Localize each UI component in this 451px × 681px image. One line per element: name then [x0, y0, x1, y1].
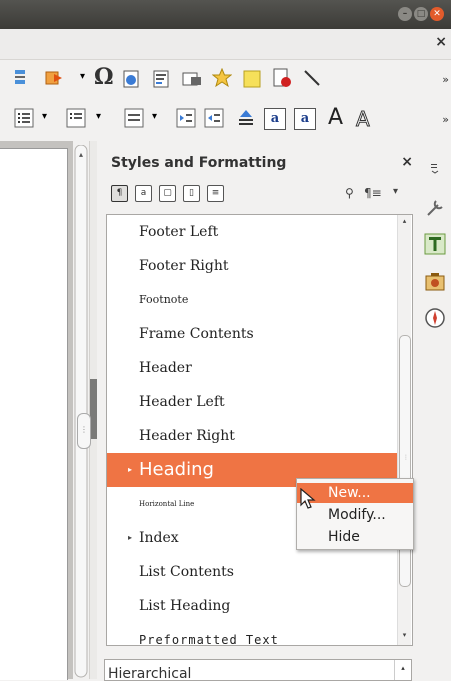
new-style-icon[interactable]: ¶≡ — [364, 186, 382, 200]
styles-list-scrollbar[interactable]: ▴ ⋮ ▾ — [397, 215, 411, 645]
splitter-grip-icon[interactable]: ⋮ — [77, 413, 91, 449]
style-actions-dropdown[interactable]: ▾ — [393, 186, 398, 197]
menubar: × — [0, 29, 451, 59]
subscript-icon[interactable]: a — [294, 108, 316, 130]
bullets-dropdown[interactable]: ▾ — [42, 111, 47, 122]
page-break-icon[interactable] — [14, 68, 34, 88]
numbering-icon[interactable] — [66, 108, 86, 128]
list-item[interactable]: Header — [107, 351, 397, 385]
numbering-dropdown[interactable]: ▾ — [96, 111, 101, 122]
character-styles-icon[interactable]: a — [135, 185, 152, 202]
footnote-icon[interactable] — [152, 69, 172, 89]
navigator-icon[interactable] — [424, 307, 446, 329]
font-size-down-icon[interactable]: A — [356, 107, 371, 132]
minimize-icon[interactable]: – — [398, 7, 412, 21]
panel-close-button[interactable]: × — [401, 154, 413, 170]
note-icon[interactable] — [242, 69, 262, 89]
style-family-toolbar: ¶ a ▢ ▯ ≡ ⚲ ¶≡ ▾ — [107, 182, 407, 206]
list-item[interactable]: Preformatted Text — [107, 623, 397, 645]
track-changes-icon[interactable] — [272, 68, 292, 88]
maximize-icon[interactable]: □ — [414, 7, 428, 21]
document-canvas[interactable] — [0, 141, 73, 680]
indent-decrease-icon[interactable] — [204, 108, 224, 128]
close-document-button[interactable]: × — [435, 34, 447, 50]
toolbar1-more-button[interactable]: » — [442, 73, 449, 86]
window-titlebar: – □ ✕ — [0, 0, 451, 29]
bookmark-icon[interactable] — [212, 68, 232, 88]
deck-menu-icon[interactable] — [429, 161, 441, 175]
scroll-up-icon[interactable]: ▴ — [399, 217, 410, 225]
outline-icon[interactable] — [124, 108, 144, 128]
collapse-sidebar-tab[interactable] — [90, 379, 97, 439]
superscript-icon[interactable]: a — [264, 108, 286, 130]
insert-toolbar: ▾ Ω » — [0, 59, 451, 100]
line-icon[interactable] — [302, 68, 322, 88]
filter-value: Hierarchical — [108, 666, 192, 681]
list-item[interactable]: List Contents — [107, 555, 397, 589]
chevron-up-icon[interactable]: ▴ — [394, 660, 411, 680]
gallery-icon[interactable] — [424, 271, 446, 293]
expand-arrow-icon[interactable]: ▸ — [128, 453, 132, 487]
list-item[interactable]: Footer Left — [107, 215, 397, 249]
styles-list[interactable]: Footer Left Footer Right Footnote Frame … — [106, 214, 413, 646]
list-item[interactable]: Frame Contents — [107, 317, 397, 351]
document-scrollbar[interactable]: ▴ — [73, 141, 89, 679]
panel-title: Styles and Formatting — [111, 155, 287, 171]
scroll-down-icon[interactable]: ▾ — [399, 631, 410, 639]
styles-panel: Styles and Formatting × ¶ a ▢ ▯ ≡ ⚲ ¶≡ ▾… — [97, 141, 419, 679]
document-scroll-track[interactable]: ▴ — [74, 145, 88, 679]
comment-icon[interactable] — [182, 69, 202, 89]
mouse-pointer-icon — [300, 488, 316, 509]
insert-field-icon[interactable] — [44, 68, 64, 88]
properties-icon[interactable] — [424, 197, 446, 219]
formatting-toolbar: ▾ ▾ ▾ a a A A » — [0, 100, 451, 140]
list-item[interactable]: Footer Right — [107, 249, 397, 283]
list-item[interactable]: Header Right — [107, 419, 397, 453]
context-menu-hide[interactable]: Hide — [297, 527, 413, 547]
list-item[interactable]: Footnote — [107, 283, 397, 317]
close-icon[interactable]: ✕ — [430, 7, 444, 21]
paragraph-spacing-icon[interactable] — [176, 108, 196, 128]
special-character-icon[interactable]: Ω — [94, 64, 114, 90]
sidebar-deck — [419, 141, 451, 679]
paragraph-styles-icon[interactable]: ¶ — [111, 185, 128, 202]
document-page[interactable] — [0, 148, 68, 680]
font-size-up-icon[interactable]: A — [328, 105, 343, 130]
frame-styles-icon[interactable]: ▢ — [159, 185, 176, 202]
list-item[interactable]: Header Left — [107, 385, 397, 419]
fill-format-icon[interactable]: ⚲ — [345, 186, 354, 200]
expand-arrow-icon[interactable]: ▸ — [128, 521, 132, 555]
list-item[interactable]: List Heading — [107, 589, 397, 623]
list-styles-icon[interactable]: ≡ — [207, 185, 224, 202]
style-filter-select[interactable]: Hierarchical ▴ — [104, 659, 412, 681]
hyperlink-icon[interactable] — [122, 69, 142, 89]
anchor-icon[interactable] — [236, 108, 256, 128]
bullets-icon[interactable] — [14, 108, 34, 128]
svg-text:▴: ▴ — [79, 150, 83, 159]
page-styles-icon[interactable]: ▯ — [183, 185, 200, 202]
toolbar2-more-button[interactable]: » — [442, 113, 449, 126]
styles-icon[interactable] — [424, 233, 446, 255]
insert-field-dropdown[interactable]: ▾ — [80, 71, 85, 82]
outline-dropdown[interactable]: ▾ — [152, 111, 157, 122]
